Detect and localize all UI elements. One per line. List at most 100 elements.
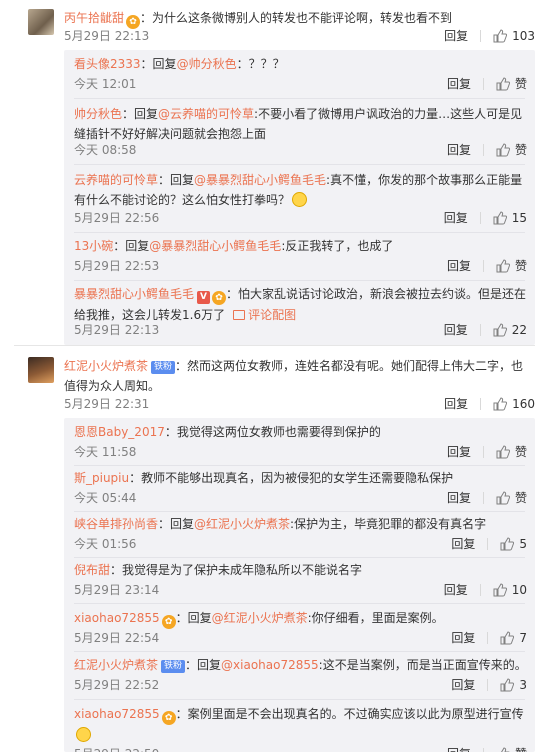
thumbs-up-icon bbox=[500, 631, 515, 645]
divider bbox=[74, 511, 525, 512]
reply-time: 5月29日 23:14 bbox=[74, 583, 160, 597]
reply-time: 5月29日 22:56 bbox=[74, 211, 160, 225]
like-button[interactable]: 103 bbox=[493, 26, 535, 46]
like-count: 5 bbox=[519, 537, 527, 551]
divider bbox=[74, 465, 525, 466]
reply-button[interactable]: 回复 bbox=[447, 256, 471, 276]
reply-prefix: ：回复 bbox=[140, 57, 177, 71]
divider bbox=[487, 679, 489, 691]
reply-meta: 5月29日 22:54 回复 7 bbox=[74, 628, 527, 648]
reply-time: 今天 05:44 bbox=[74, 491, 137, 505]
mention-link[interactable]: @红泥小火炉煮茶 bbox=[194, 517, 290, 531]
reply-button[interactable]: 回复 bbox=[444, 320, 468, 340]
avatar[interactable] bbox=[28, 9, 54, 35]
like-button[interactable]: 22 bbox=[493, 320, 527, 340]
divider bbox=[74, 557, 525, 558]
reply-author[interactable]: 红泥小火炉煮茶 bbox=[74, 658, 158, 672]
like-button[interactable]: 5 bbox=[500, 534, 527, 554]
mention-link[interactable]: @暴暴烈甜心小鳄鱼毛毛 bbox=[194, 173, 326, 187]
reply-author[interactable]: 13小碗 bbox=[74, 239, 113, 253]
divider bbox=[482, 748, 484, 752]
like-button[interactable]: 赞 bbox=[496, 140, 527, 160]
comment-author[interactable]: 红泥小火炉煮茶 bbox=[64, 359, 148, 373]
reply-button[interactable]: 回复 bbox=[444, 26, 468, 46]
mention-link[interactable]: @云养喵的可怜草 bbox=[158, 107, 254, 121]
like-button[interactable]: 160 bbox=[493, 394, 535, 414]
reply-meta: 今天 08:58 回复 赞 bbox=[74, 140, 527, 160]
like-button[interactable]: 赞 bbox=[496, 442, 527, 462]
comment-author[interactable]: 丙午拾龇甜 bbox=[64, 11, 124, 25]
reply-item: 13小碗：回复@暴暴烈甜心小鳄鱼毛毛:反正我转了，也成了 bbox=[74, 236, 527, 256]
reply-button[interactable]: 回复 bbox=[444, 208, 468, 228]
reply-item: 看头像2333：回复@帅分秋色：？？？ bbox=[74, 54, 527, 74]
reply-author[interactable]: 云养喵的可怜草 bbox=[74, 173, 158, 187]
reply-meta: 5月29日 22:50 回复 赞 bbox=[74, 744, 527, 752]
reply-time: 5月29日 22:13 bbox=[74, 323, 160, 337]
like-button[interactable]: 赞 bbox=[496, 256, 527, 276]
divider bbox=[487, 538, 489, 550]
image-icon bbox=[233, 310, 246, 320]
reply-body: ：我觉得这两位女教师也需要得到保护的 bbox=[164, 425, 381, 439]
reply-meta: 5月29日 22:53 回复 赞 bbox=[74, 256, 527, 276]
reply-author[interactable]: 看头像2333 bbox=[74, 57, 141, 71]
reply-body: :你仔细看，里面是案例。 bbox=[307, 611, 444, 625]
divider bbox=[74, 280, 525, 281]
reply-author[interactable]: 峡谷单排孙尚香 bbox=[74, 517, 158, 531]
divider bbox=[74, 232, 525, 233]
reply-author[interactable]: 斯_piupiu bbox=[74, 471, 129, 485]
reply-item: xiaohao72855 ✿ ：案例里面是不会出现真名的。不过确实应该以此为原型进行… bbox=[74, 704, 527, 745]
thumbs-up-icon bbox=[496, 259, 510, 273]
reply-button[interactable]: 回复 bbox=[447, 74, 471, 94]
thumbs-up-icon bbox=[496, 445, 510, 459]
reply-author[interactable]: xiaohao72855 bbox=[74, 707, 160, 721]
reply-button[interactable]: 回复 bbox=[447, 488, 471, 508]
reply-meta: 今天 12:01 回复 赞 bbox=[74, 74, 527, 94]
mention-link[interactable]: @xiaohao72855 bbox=[221, 658, 319, 672]
like-button[interactable]: 3 bbox=[500, 675, 527, 695]
reply-button[interactable]: 回复 bbox=[447, 744, 471, 752]
reply-button[interactable]: 回复 bbox=[444, 580, 468, 600]
mention-link[interactable]: @帅分秋色 bbox=[177, 57, 237, 71]
reply-button[interactable]: 回复 bbox=[447, 140, 471, 160]
like-button[interactable]: 赞 bbox=[496, 74, 527, 94]
like-count: 赞 bbox=[514, 491, 527, 505]
reply-author[interactable]: xiaohao72855 bbox=[74, 611, 160, 625]
divider bbox=[480, 398, 482, 410]
like-count: 10 bbox=[511, 583, 527, 597]
divider bbox=[482, 446, 484, 458]
reply-author[interactable]: 恩恩Baby_2017 bbox=[74, 425, 165, 439]
avatar[interactable] bbox=[28, 357, 54, 383]
like-button[interactable]: 10 bbox=[493, 580, 527, 600]
reply-author[interactable]: 帅分秋色 bbox=[74, 107, 122, 121]
like-count: 赞 bbox=[514, 259, 527, 273]
like-button[interactable]: 赞 bbox=[496, 744, 527, 752]
mention-link[interactable]: @暴暴烈甜心小鳄鱼毛毛 bbox=[149, 239, 281, 253]
reply-button[interactable]: 回复 bbox=[451, 534, 475, 554]
reply-prefix: ：回复 bbox=[113, 239, 150, 253]
divider bbox=[74, 651, 525, 652]
divider bbox=[479, 324, 481, 336]
reply-meta: 今天 11:58 回复 赞 bbox=[74, 442, 527, 462]
reply-meta: 5月29日 22:13 回复 22 bbox=[74, 320, 527, 340]
reply-button[interactable]: 回复 bbox=[451, 675, 475, 695]
reply-item: 恩恩Baby_2017：我觉得这两位女教师也需要得到保护的 bbox=[74, 422, 527, 442]
thumbs-up-icon bbox=[493, 211, 507, 225]
like-count: 赞 bbox=[514, 143, 527, 157]
reply-author[interactable]: 倪布甜 bbox=[74, 563, 110, 577]
thumbs-up-icon bbox=[501, 747, 510, 752]
like-button[interactable]: 15 bbox=[493, 208, 527, 228]
reply-time: 5月29日 22:50 bbox=[74, 744, 159, 752]
thumbs-up-icon bbox=[493, 29, 508, 43]
like-count: 22 bbox=[511, 323, 527, 337]
vip-icon: ✿ bbox=[161, 615, 176, 629]
reply-author[interactable]: 暴暴烈甜心小鳄鱼毛毛 bbox=[74, 287, 194, 301]
mention-link[interactable]: @红泥小火炉煮茶 bbox=[212, 611, 308, 625]
reply-button[interactable]: 回复 bbox=[444, 394, 468, 414]
reply-time: 今天 08:58 bbox=[74, 143, 137, 157]
reply-item: 斯_piupiu：教师不能够出现真名，因为被侵犯的女学生还需要隐私保护 bbox=[74, 468, 527, 488]
reply-button[interactable]: 回复 bbox=[447, 442, 471, 462]
reply-button[interactable]: 回复 bbox=[451, 628, 475, 648]
like-button[interactable]: 7 bbox=[500, 628, 527, 648]
reply-item: 倪布甜：我觉得是为了保护未成年隐私所以不能说名字 bbox=[74, 560, 527, 580]
like-button[interactable]: 赞 bbox=[496, 488, 527, 508]
